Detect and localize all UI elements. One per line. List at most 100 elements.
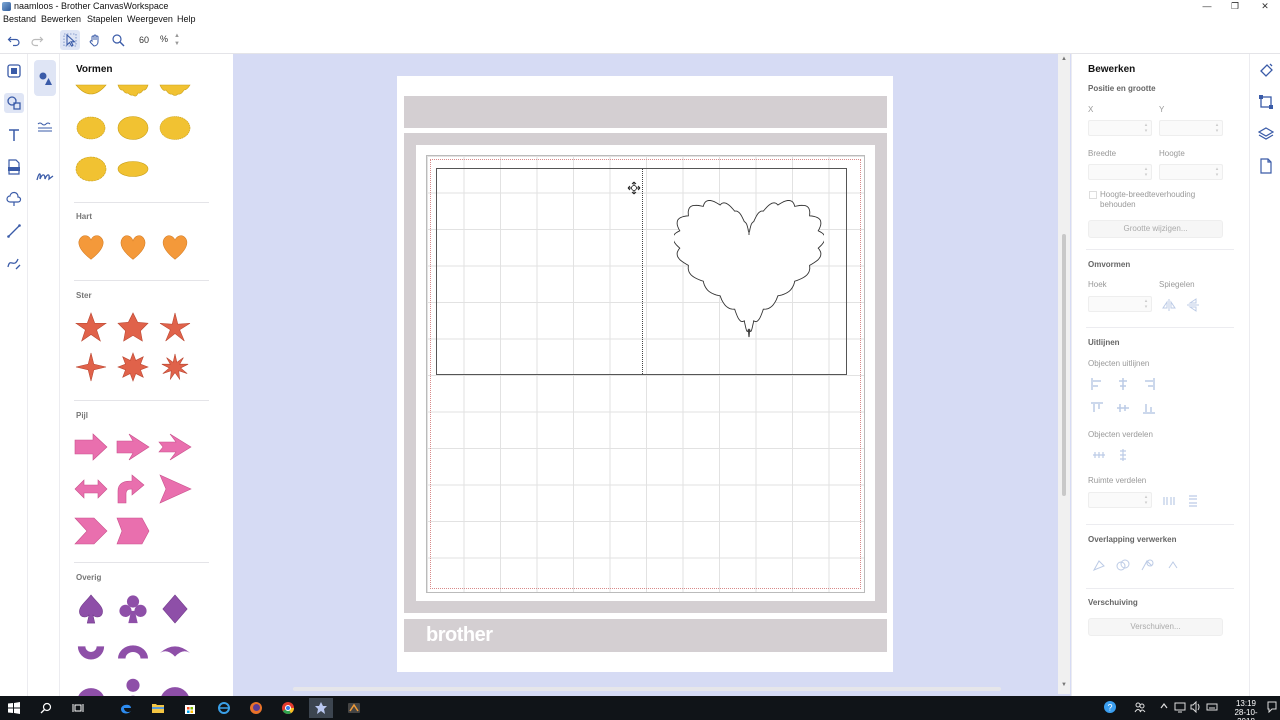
canvas-horizontal-scrollbar[interactable] (233, 684, 1058, 694)
card-rectangle[interactable] (436, 168, 847, 375)
close-button[interactable]: ✕ (1250, 0, 1280, 13)
taskbar-canvasworkspace[interactable] (309, 698, 333, 718)
shift-button[interactable]: Verschuiven... (1088, 618, 1223, 636)
restore-button[interactable]: ❐ (1220, 0, 1250, 13)
shape-heart-1[interactable] (74, 232, 108, 262)
align-center-icon[interactable] (1116, 377, 1130, 391)
shape-star-5[interactable] (74, 312, 108, 342)
search-button[interactable] (34, 698, 58, 718)
shape-oval-frame[interactable] (74, 154, 108, 184)
x-input[interactable] (1088, 120, 1152, 136)
taskbar-edge[interactable] (114, 698, 138, 718)
redo-button[interactable] (27, 30, 47, 50)
width-input[interactable] (1088, 164, 1152, 180)
align-top-icon[interactable] (1090, 401, 1104, 415)
shape-arrow-chevron[interactable] (116, 432, 150, 462)
keyboard-tray-icon[interactable] (1206, 701, 1218, 715)
intersect-icon[interactable] (1116, 558, 1130, 572)
task-view-button[interactable] (66, 698, 90, 718)
weld-icon[interactable] (1092, 558, 1106, 572)
shape-semicircle[interactable] (158, 674, 192, 696)
hand-tool-button[interactable] (85, 30, 105, 50)
zoom-tool-button[interactable] (108, 30, 128, 50)
rail-object-button[interactable] (4, 61, 24, 81)
shape-flat-oval[interactable] (116, 154, 150, 184)
canvas-vertical-scrollbar[interactable]: ▲ ▼ (1058, 54, 1070, 694)
zoom-input[interactable] (133, 33, 155, 47)
scroll-down-arrow[interactable]: ▼ (1061, 682, 1067, 688)
help-tray-icon[interactable]: ? (1103, 700, 1117, 716)
canvas-hscroll-thumb[interactable] (293, 687, 1001, 691)
rail-trace-button[interactable] (4, 189, 24, 209)
shape-arrow-notched[interactable] (158, 432, 192, 462)
shape-star-5-thin[interactable] (158, 312, 192, 342)
shape-arrow-right[interactable] (74, 432, 108, 462)
shape-star-5-fat[interactable] (116, 312, 150, 342)
taskbar-app[interactable] (342, 698, 366, 718)
subtract-icon[interactable] (1140, 558, 1154, 572)
resize-button[interactable]: Grootte wijzigen... (1088, 220, 1223, 238)
align-left-icon[interactable] (1090, 377, 1104, 391)
rail-page-button[interactable] (1256, 156, 1276, 176)
height-input[interactable] (1159, 164, 1223, 180)
category-patterns[interactable] (34, 109, 56, 145)
shape-club[interactable] (116, 594, 150, 624)
people-tray-icon[interactable] (1134, 701, 1146, 715)
shape-arrow-double[interactable] (74, 474, 108, 504)
rail-shapes-button[interactable] (4, 93, 24, 113)
taskbar-store[interactable] (178, 698, 202, 718)
shape-drop[interactable] (116, 674, 150, 696)
shape-semi-scallop[interactable] (116, 79, 150, 109)
align-right-icon[interactable] (1142, 377, 1156, 391)
space-horizontal-icon[interactable] (1162, 494, 1176, 508)
zoom-stepper[interactable]: ▲ ▼ (172, 32, 182, 48)
mirror-vertical-icon[interactable] (1186, 298, 1200, 312)
menu-bestand[interactable]: Bestand (3, 14, 36, 24)
rail-text-button[interactable] (4, 125, 24, 145)
menu-bewerken[interactable]: Bewerken (41, 14, 81, 24)
category-text-designs[interactable] (34, 158, 56, 194)
fold-line[interactable] (642, 169, 643, 374)
align-middle-icon[interactable] (1116, 401, 1130, 415)
taskbar-clock[interactable]: 13:19 28-10-2018 (1226, 699, 1266, 720)
shape-semi-oval[interactable] (74, 79, 108, 109)
shape-spade[interactable] (74, 594, 108, 624)
select-tool-button[interactable] (60, 30, 80, 50)
space-vertical-icon[interactable] (1186, 494, 1200, 508)
align-bottom-icon[interactable] (1142, 401, 1156, 415)
exclude-icon[interactable] (1166, 558, 1180, 572)
taskbar-ie[interactable] (212, 698, 236, 718)
shape-wavy-oval[interactable] (116, 113, 150, 143)
shape-star-burst[interactable] (158, 352, 192, 382)
space-input[interactable] (1088, 492, 1152, 508)
taskbar-explorer[interactable] (146, 698, 170, 718)
minimize-button[interactable]: — (1192, 0, 1222, 13)
distribute-horizontal-icon[interactable] (1092, 448, 1106, 462)
shape-arch[interactable] (116, 636, 150, 666)
shape-semi-wavy[interactable] (158, 79, 192, 109)
shape-star-4[interactable] (74, 352, 108, 382)
taskbar-firefox[interactable] (244, 698, 268, 718)
shape-arrow-triangle[interactable] (158, 474, 192, 504)
shape-heart-2[interactable] (116, 232, 150, 262)
shape-chevron[interactable] (74, 516, 108, 546)
shape-horseshoe[interactable] (74, 636, 108, 666)
menu-stapelen[interactable]: Stapelen (87, 14, 123, 24)
shape-crescent-arc[interactable] (158, 636, 192, 666)
scroll-up-arrow[interactable]: ▲ (1061, 56, 1067, 62)
rail-draw-button[interactable] (4, 253, 24, 273)
shape-heart-3[interactable] (158, 232, 192, 262)
shape-frilly-oval[interactable] (158, 113, 192, 143)
shape-dome[interactable] (74, 674, 108, 696)
notifications-tray-icon[interactable] (1267, 701, 1277, 715)
shape-pentagon-arrow[interactable] (116, 516, 150, 546)
shape-star-8[interactable] (116, 352, 150, 382)
rail-edit-button[interactable] (1256, 92, 1276, 112)
undo-button[interactable] (4, 30, 24, 50)
canvas-vscroll-thumb[interactable] (1062, 234, 1066, 496)
y-input[interactable] (1159, 120, 1223, 136)
rail-svg-button[interactable] (4, 157, 24, 177)
taskbar-chrome[interactable] (276, 698, 300, 718)
scalloped-heart[interactable] (674, 199, 824, 344)
menu-help[interactable]: Help (177, 14, 196, 24)
